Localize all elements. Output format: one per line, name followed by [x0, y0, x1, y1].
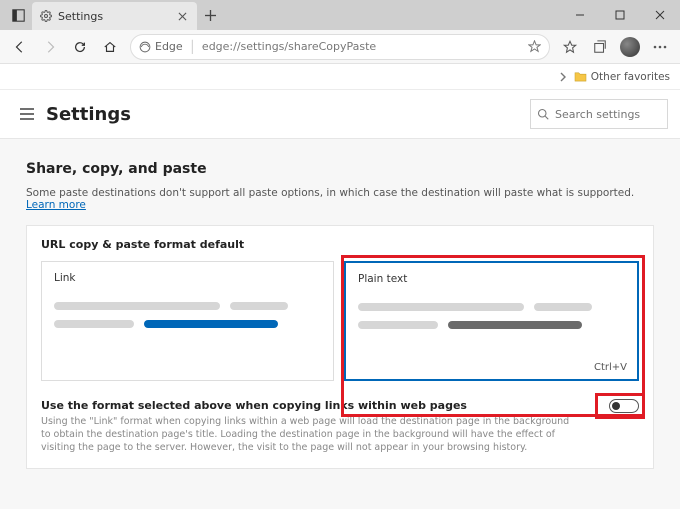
- format-toggle-switch[interactable]: [609, 399, 639, 413]
- page-heading: Settings: [46, 104, 131, 125]
- edge-icon: [139, 41, 151, 53]
- format-option-link[interactable]: Link: [41, 261, 334, 381]
- window-close-button[interactable]: [640, 0, 680, 30]
- toggle-row: Use the format selected above when copyi…: [41, 399, 639, 454]
- other-favorites-folder[interactable]: Other favorites: [574, 71, 670, 83]
- section-title: Share, copy, and paste: [26, 161, 654, 177]
- favorites-bar: Other favorites: [0, 64, 680, 90]
- tab-title: Settings: [58, 10, 169, 23]
- hamburger-icon[interactable]: [18, 105, 36, 123]
- address-url: edge://settings/shareCopyPaste: [202, 40, 376, 53]
- back-button[interactable]: [6, 33, 34, 61]
- keyboard-shortcut-label: Ctrl+V: [594, 362, 627, 373]
- profile-button[interactable]: [616, 33, 644, 61]
- maximize-button[interactable]: [600, 0, 640, 30]
- chevron-right-icon[interactable]: [558, 72, 568, 82]
- avatar: [620, 37, 640, 57]
- settings-search-input[interactable]: [555, 108, 661, 121]
- address-bar: Edge │ edge://settings/shareCopyPaste: [0, 30, 680, 64]
- folder-icon: [574, 71, 587, 82]
- refresh-button[interactable]: [66, 33, 94, 61]
- site-identity: Edge: [139, 40, 183, 53]
- settings-header: Settings: [0, 90, 680, 138]
- search-icon: [537, 108, 549, 120]
- toggle-description: Using the "Link" format when copying lin…: [41, 416, 577, 454]
- favorites-button[interactable]: [556, 33, 584, 61]
- browser-tab[interactable]: Settings: [32, 2, 197, 30]
- minimize-button[interactable]: [560, 0, 600, 30]
- format-option-plain-text[interactable]: Plain text Ctrl+V: [344, 261, 639, 381]
- settings-search[interactable]: [530, 99, 668, 129]
- collections-button[interactable]: [586, 33, 614, 61]
- new-tab-button[interactable]: [197, 10, 223, 21]
- more-menu-button[interactable]: [646, 33, 674, 61]
- window-titlebar: Settings: [0, 0, 680, 30]
- format-card: URL copy & paste format default Link Pla…: [26, 225, 654, 469]
- learn-more-link[interactable]: Learn more: [26, 199, 86, 211]
- forward-button: [36, 33, 64, 61]
- card-subtitle: URL copy & paste format default: [41, 238, 639, 251]
- toggle-title: Use the format selected above when copyi…: [41, 399, 577, 412]
- tab-actions-button[interactable]: [4, 1, 32, 29]
- address-field[interactable]: Edge │ edge://settings/shareCopyPaste: [130, 34, 550, 60]
- gear-icon: [40, 10, 52, 22]
- page-action-icon[interactable]: [528, 40, 541, 53]
- settings-page: Share, copy, and paste Some paste destin…: [0, 139, 680, 491]
- home-button[interactable]: [96, 33, 124, 61]
- section-note: Some paste destinations don't support al…: [26, 187, 654, 211]
- close-icon[interactable]: [175, 9, 189, 23]
